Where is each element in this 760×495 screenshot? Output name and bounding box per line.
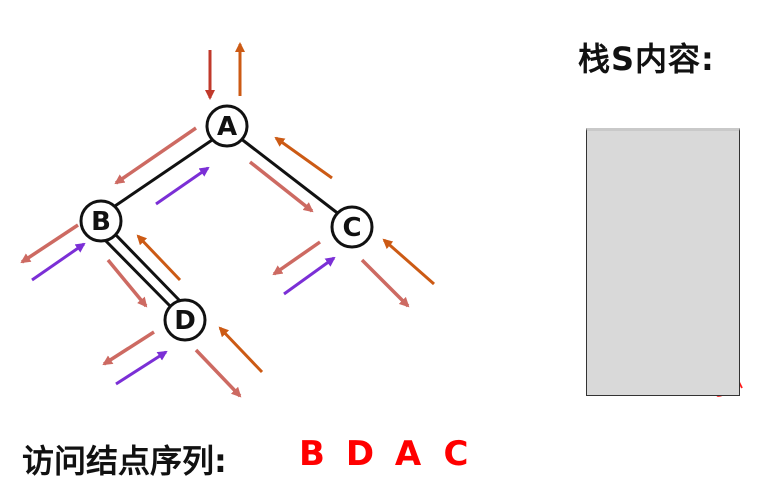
tree-node-c: C: [330, 205, 374, 249]
arrow-c-left-down: [272, 240, 321, 276]
node-label-c: C: [342, 213, 361, 243]
arrow-a-to-b: [114, 126, 197, 185]
node-label-d: D: [174, 306, 196, 336]
arrow-b-left-down: [20, 223, 79, 264]
visit-sequence: B D A C: [288, 434, 480, 474]
arrow-d-right-up: [218, 326, 264, 374]
arrow-d-to-b: [136, 234, 182, 282]
arrow-b-to-d: [106, 258, 148, 308]
arrow-d-left-up: [115, 350, 168, 386]
visit-sequence-item: B: [299, 434, 325, 474]
arrow-d-left-down: [102, 330, 155, 366]
visit-sequence-item: C: [443, 434, 469, 474]
tree-node-d: D: [163, 298, 207, 342]
tree-node-b: B: [79, 199, 123, 243]
stack-title: 栈S内容:: [578, 40, 715, 78]
visit-sequence-item: A: [394, 434, 422, 474]
edge-b-d-2: [110, 229, 184, 305]
node-label-b: B: [91, 207, 111, 237]
arrow-c-right-down: [360, 258, 410, 308]
visit-sequence-label: 访问结点序列:: [22, 442, 227, 480]
tree-edges: [98, 134, 341, 310]
visit-sequence-item: D: [345, 434, 375, 474]
node-label-a: A: [217, 112, 237, 142]
arrow-c-right-up: [382, 238, 435, 286]
arrow-d-right-down: [194, 348, 242, 398]
edge-b-d-1: [98, 233, 174, 310]
stack-container: [586, 128, 740, 396]
tree-node-a: A: [205, 104, 249, 148]
